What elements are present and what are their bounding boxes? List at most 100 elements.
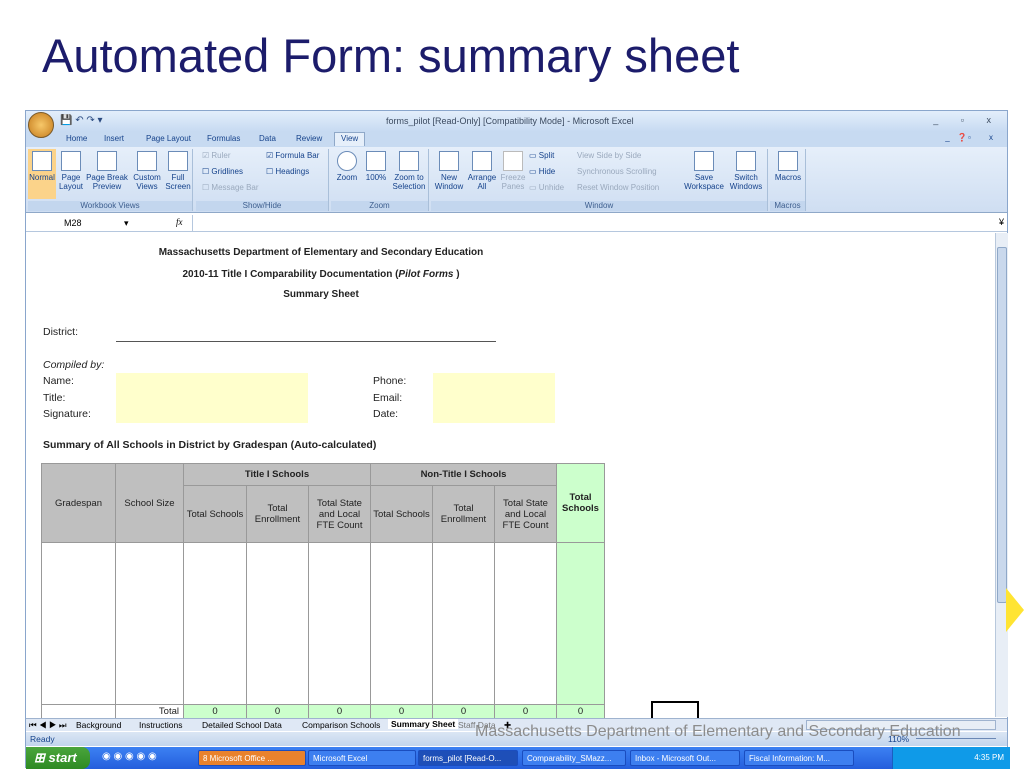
zoom-button[interactable]: Zoom	[333, 151, 361, 182]
total-row: Total 0 0 0 0 0 0 0	[41, 704, 605, 719]
header-total-schools: Total Schools	[556, 463, 605, 543]
summary-table: Gradespan School Size Title I Schools No…	[41, 463, 605, 719]
switch-windows-icon	[736, 151, 756, 171]
ruler-checkbox[interactable]: ☑ Ruler	[202, 151, 231, 160]
cell[interactable]	[115, 542, 184, 705]
cell[interactable]	[183, 542, 247, 705]
sheet-tab-summary-sheet[interactable]: Summary Sheet	[388, 719, 459, 729]
sheet-tab-detailed-school-data[interactable]: Detailed School Data	[202, 720, 282, 730]
sheet-tab-instructions[interactable]: Instructions	[139, 720, 182, 730]
scroll-thumb[interactable]	[997, 247, 1007, 603]
system-tray: 4:35 PM	[892, 747, 1010, 769]
freeze-panes-button[interactable]: Freeze Panes	[499, 151, 527, 191]
office-button[interactable]	[28, 112, 54, 138]
tab-formulas[interactable]: Formulas	[207, 134, 240, 143]
expand-formula-bar[interactable]: ¥	[999, 217, 1004, 227]
sheet-tab-background[interactable]: Background	[76, 720, 121, 730]
synchronous-scrolling-button[interactable]: Synchronous Scrolling	[577, 167, 657, 176]
formula-bar-checkbox[interactable]: ☑ Formula Bar	[266, 151, 319, 160]
clock[interactable]: 4:35 PM	[974, 753, 1004, 762]
taskbar-item[interactable]: Fiscal Information: M...	[744, 750, 854, 766]
normal-view-button[interactable]: Normal	[28, 149, 56, 199]
group-label: Workbook Views	[28, 201, 192, 211]
view-side-by-side-button[interactable]: View Side by Side	[577, 151, 641, 160]
cell[interactable]	[308, 542, 371, 705]
cell[interactable]	[432, 542, 495, 705]
header-t1-total-schools: Total Schools	[183, 485, 247, 543]
save-workspace-icon	[694, 151, 714, 171]
tab-view[interactable]: View	[334, 132, 366, 146]
macros-button[interactable]: Macros	[772, 151, 804, 182]
phone-email-date-fields[interactable]	[433, 373, 555, 423]
tab-review[interactable]: Review	[296, 134, 322, 143]
arrange-all-button[interactable]: Arrange All	[467, 151, 497, 191]
tab-insert[interactable]: Insert	[104, 134, 124, 143]
zoom-to-selection-button[interactable]: Zoom to Selection	[391, 151, 427, 191]
reset-window-position-button[interactable]: Reset Window Position	[577, 183, 659, 192]
window-controls[interactable]: _ ▫ x	[933, 115, 1001, 125]
message-bar-checkbox[interactable]: ☐ Message Bar	[202, 183, 259, 192]
magnifier-icon	[337, 151, 357, 171]
name-box-dropdown[interactable]: ▾	[124, 218, 129, 229]
custom-views-button[interactable]: Custom Views	[132, 151, 162, 191]
name-label: Name:	[43, 375, 74, 387]
full-screen-button[interactable]: Full Screen	[164, 151, 192, 191]
worksheet[interactable]: Massachusetts Department of Elementary a…	[26, 233, 995, 721]
unhide-button[interactable]: ▭ Unhide	[529, 183, 564, 192]
full-screen-icon	[168, 151, 188, 171]
split-button[interactable]: ▭ Split	[529, 151, 554, 160]
status-text: Ready	[30, 734, 55, 744]
headings-checkbox[interactable]: ☐ Headings	[266, 167, 309, 176]
page-break-preview-button[interactable]: Page Break Preview	[86, 151, 128, 191]
cell[interactable]	[556, 542, 605, 705]
windows-logo-icon: ⊞	[34, 750, 45, 765]
page-break-icon	[97, 151, 117, 171]
zoom-100-button[interactable]: 100%	[363, 151, 389, 182]
fx-icon[interactable]: fx	[176, 217, 183, 227]
summary-title: Summary of All Schools in District by Gr…	[43, 439, 377, 451]
new-window-button[interactable]: New Window	[433, 151, 465, 191]
arrange-icon	[472, 151, 492, 171]
name-title-signature-fields[interactable]	[116, 373, 308, 423]
name-box[interactable]: M28	[64, 218, 82, 228]
taskbar-item[interactable]: Comparability_SMazz...	[522, 750, 626, 766]
sheet-heading-3: Summary Sheet	[283, 289, 359, 300]
slide-title: Automated Form: summary sheet	[42, 29, 740, 82]
hide-button[interactable]: ▭ Hide	[529, 167, 555, 176]
save-workspace-button[interactable]: Save Workspace	[683, 151, 725, 191]
total-value: 0	[494, 704, 557, 719]
formula-input[interactable]	[192, 215, 992, 231]
new-window-icon	[439, 151, 459, 171]
compiled-by-label: Compiled by:	[43, 359, 105, 371]
district-field[interactable]	[116, 341, 496, 342]
sheet-nav-buttons[interactable]: ⏮ ◀ ▶ ⏭	[29, 720, 67, 731]
taskbar-item[interactable]: forms_pilot [Read-O...	[418, 750, 518, 766]
switch-windows-button[interactable]: Switch Windows	[725, 151, 767, 191]
cell[interactable]	[370, 542, 433, 705]
email-label: Email:	[373, 392, 403, 404]
workbook-controls[interactable]: _ ▫ x	[945, 133, 1001, 142]
quick-launch[interactable]: ◉ ◉ ◉ ◉ ◉	[102, 751, 157, 762]
cell[interactable]	[41, 542, 116, 705]
taskbar-item[interactable]: Inbox - Microsoft Out...	[630, 750, 740, 766]
yellow-arrow-decoration	[1006, 588, 1024, 632]
tab-data[interactable]: Data	[259, 134, 276, 143]
tab-home[interactable]: Home	[66, 134, 87, 143]
page-layout-button[interactable]: Page Layout	[58, 151, 84, 191]
group-label: Zoom	[331, 201, 428, 211]
cell[interactable]	[246, 542, 309, 705]
ribbon-tabs: Home Insert Page Layout Formulas Data Re…	[26, 131, 1007, 147]
cell[interactable]	[494, 542, 557, 705]
taskbar-item[interactable]: Microsoft Excel	[308, 750, 416, 766]
group-show-hide: ☑ Ruler ☐ Gridlines ☐ Message Bar ☑ Form…	[196, 149, 329, 211]
header-t1-total-enrollment: Total Enrollment	[246, 485, 309, 543]
gridlines-checkbox[interactable]: ☐ Gridlines	[202, 167, 243, 176]
quick-access-toolbar[interactable]: 💾 ↶ ↷ ▾	[60, 115, 103, 126]
vertical-scrollbar[interactable]	[995, 233, 1008, 717]
group-zoom: Zoom 100% Zoom to Selection Zoom	[331, 149, 429, 211]
tab-page-layout[interactable]: Page Layout	[146, 134, 191, 143]
start-button[interactable]: ⊞ start	[26, 747, 90, 769]
group-label: Show/Hide	[196, 201, 328, 211]
sheet-tab-comparison-schools[interactable]: Comparison Schools	[302, 720, 380, 730]
taskbar-item[interactable]: 8 Microsoft Office ...	[198, 750, 306, 766]
